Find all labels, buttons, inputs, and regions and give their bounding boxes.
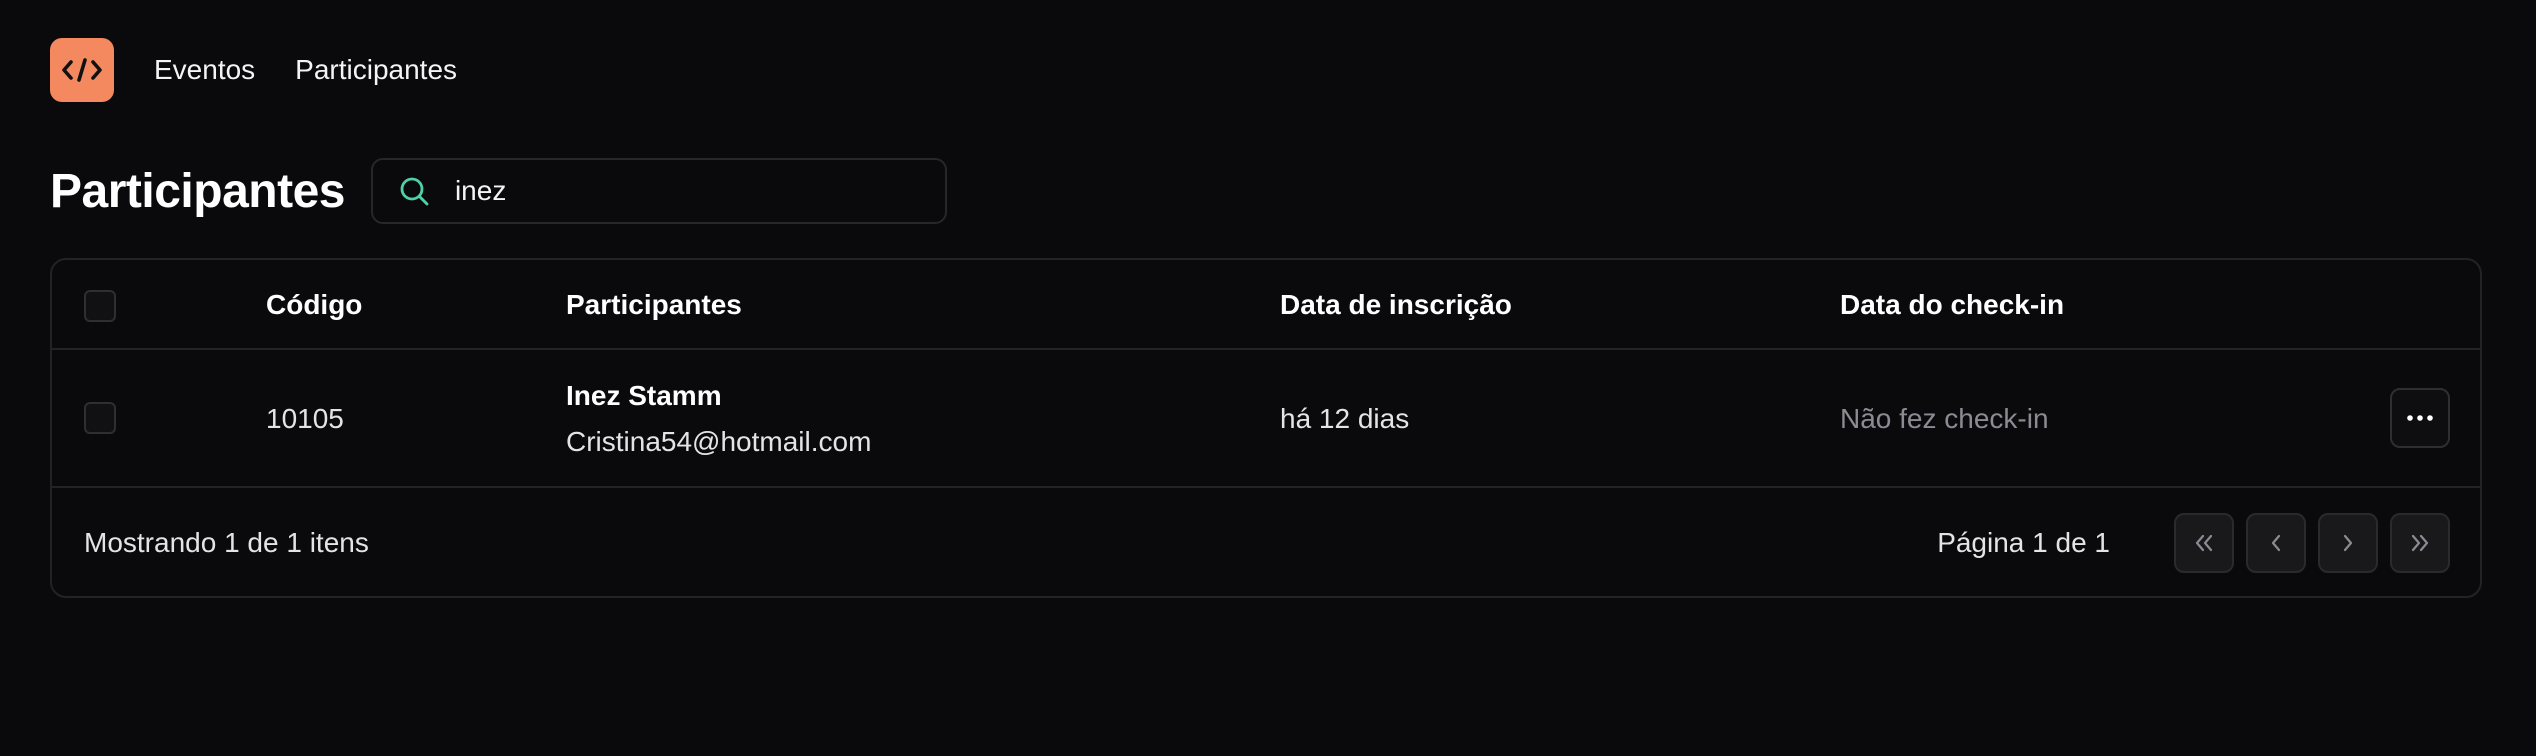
- select-all-checkbox[interactable]: [84, 290, 116, 322]
- more-horizontal-icon: [2407, 415, 2433, 421]
- last-page-button[interactable]: [2390, 513, 2450, 573]
- participant-code: 10105: [266, 403, 344, 434]
- table-footer: Mostrando 1 de 1 itens Página 1 de 1: [52, 488, 2480, 596]
- top-nav: Eventos Participantes: [50, 38, 457, 102]
- app-page: Eventos Participantes Participantes Códi…: [0, 0, 2536, 756]
- items-count: Mostrando 1 de 1 itens: [84, 527, 369, 558]
- logo[interactable]: [50, 38, 114, 102]
- column-header-data-checkin: Data do check-in: [1840, 289, 2065, 320]
- chevron-right-icon: [2343, 534, 2353, 552]
- first-page-button[interactable]: [2174, 513, 2234, 573]
- row-checkbox[interactable]: [84, 402, 116, 434]
- table-row: 10105 Inez Stamm Cristina54@hotmail.com …: [52, 350, 2480, 488]
- page-info: Página 1 de 1: [1937, 527, 2110, 558]
- chevron-left-icon: [2271, 534, 2281, 552]
- search-icon: [400, 177, 429, 206]
- checkin-status: Não fez check-in: [1840, 403, 2049, 434]
- participant-email: Cristina54@hotmail.com: [566, 426, 872, 457]
- table-header-row: Código Participantes Data de inscrição D…: [52, 260, 2480, 350]
- nav-link-eventos[interactable]: Eventos: [154, 54, 255, 86]
- chevrons-left-icon: [2195, 534, 2213, 552]
- next-page-button[interactable]: [2318, 513, 2378, 573]
- search-box[interactable]: [370, 158, 947, 224]
- column-header-data-inscricao: Data de inscrição: [1280, 289, 1512, 320]
- participant-cell: Inez Stamm Cristina54@hotmail.com: [566, 350, 871, 488]
- pagination: [2162, 513, 2450, 573]
- column-header-codigo: Código: [266, 289, 363, 320]
- search-input[interactable]: [454, 175, 895, 207]
- previous-page-button[interactable]: [2246, 513, 2306, 573]
- column-header-participantes: Participantes: [566, 289, 742, 320]
- title-row: Participantes: [50, 158, 947, 224]
- participant-name: Inez Stamm: [566, 380, 722, 411]
- code-icon: [62, 58, 102, 82]
- row-actions-button[interactable]: [2390, 388, 2450, 448]
- nav-link-participantes[interactable]: Participantes: [295, 54, 457, 86]
- participants-table: Código Participantes Data de inscrição D…: [50, 258, 2482, 598]
- registration-date: há 12 dias: [1280, 403, 1410, 434]
- page-title: Participantes: [50, 164, 345, 218]
- chevrons-right-icon: [2411, 534, 2429, 552]
